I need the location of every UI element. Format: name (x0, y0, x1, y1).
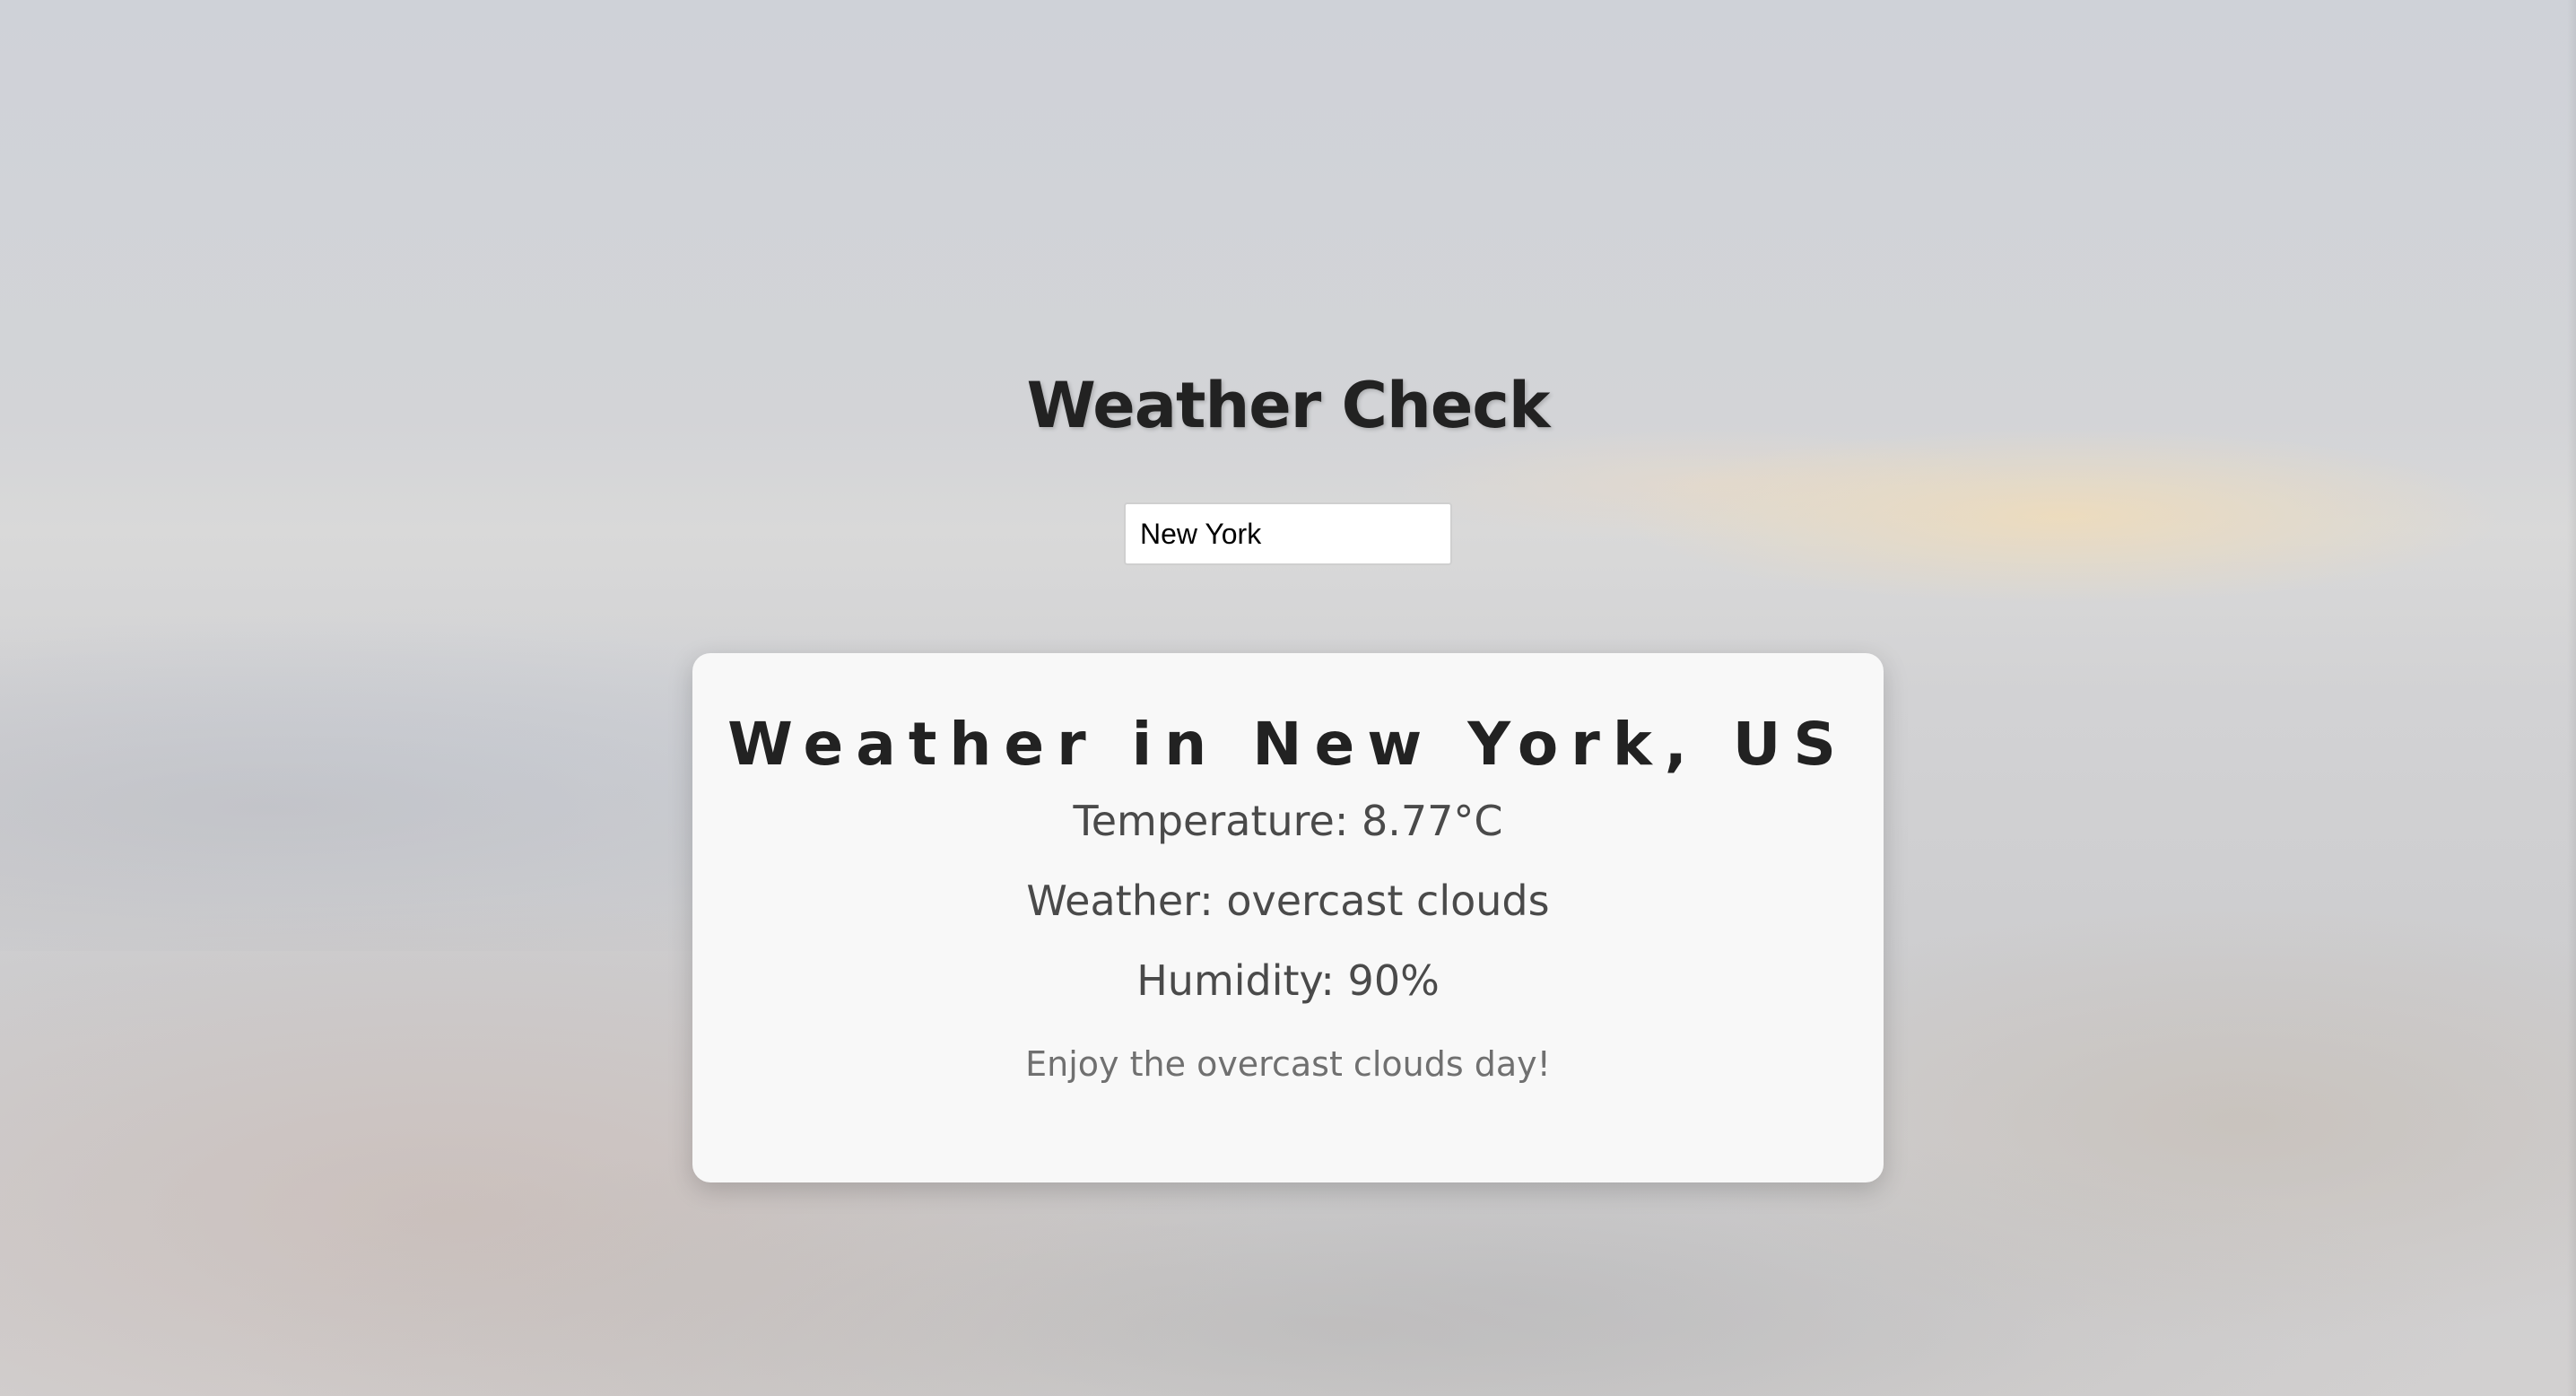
city-search-input[interactable] (1124, 502, 1452, 565)
weather-message: Enjoy the overcast clouds day! (1025, 1044, 1551, 1084)
window-edge-shadow (2567, 0, 2576, 1396)
humidity-text: Humidity: 90% (1136, 956, 1440, 1005)
weather-condition-text: Weather: overcast clouds (1026, 877, 1550, 925)
page-title: Weather Check (1026, 369, 1551, 442)
temperature-text: Temperature: 8.77°C (1073, 797, 1503, 845)
weather-location-heading: Weather in New York, US (727, 710, 1849, 779)
weather-result-card: Weather in New York, US Temperature: 8.7… (692, 653, 1884, 1182)
